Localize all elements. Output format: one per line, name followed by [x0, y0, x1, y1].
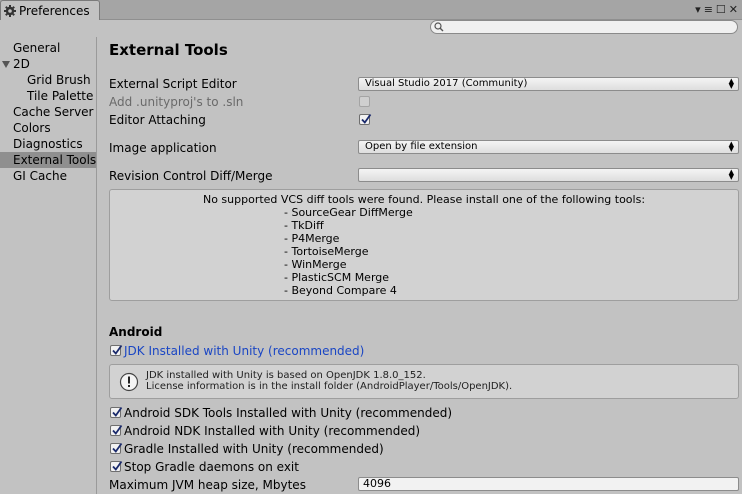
sidebar-item-label: Colors — [13, 121, 51, 135]
checkmark-icon — [112, 460, 123, 471]
sidebar-item-label: Tile Palette — [27, 89, 94, 103]
jdk-info-box: JDK installed with Unity is based on Ope… — [109, 364, 739, 399]
gradle-checkbox[interactable] — [110, 442, 123, 454]
list-item: - SourceGear DiffMerge — [284, 206, 413, 219]
search-icon — [434, 22, 444, 32]
expand-triangle-icon[interactable] — [2, 61, 10, 68]
page-title: External Tools — [109, 41, 228, 59]
dropdown-menu-icon[interactable]: ▾ — [695, 3, 701, 16]
sidebar-item-label: Cache Server — [13, 105, 94, 119]
sidebar-item-2d[interactable]: 2D — [0, 56, 96, 72]
script-editor-label: External Script Editor — [109, 77, 237, 91]
sidebar-item-diagnostics[interactable]: Diagnostics — [0, 136, 96, 152]
list-item: - TortoiseMerge — [284, 245, 369, 258]
ndk-row[interactable]: Android NDK Installed with Unity (recomm… — [110, 424, 420, 438]
list-item: - P4Merge — [284, 232, 340, 245]
sidebar-item-label: External Tools — [13, 153, 96, 167]
ndk-label: Android NDK Installed with Unity (recomm… — [124, 424, 421, 438]
sidebar-item-tile-palette[interactable]: Tile Palette — [0, 88, 96, 104]
script-editor-dropdown[interactable]: Visual Studio 2017 (Community) ▲ ▼ — [358, 77, 739, 91]
image-application-value: Open by file extension — [365, 141, 478, 152]
sidebar-item-external-tools[interactable]: External Tools — [0, 152, 96, 168]
sidebar-item-label: Grid Brush — [27, 73, 91, 87]
preferences-tab[interactable]: Preferences — [0, 0, 100, 21]
menu-lines-icon[interactable]: ≡ — [704, 3, 713, 16]
dropdown-arrows-icon: ▲ ▼ — [728, 77, 734, 90]
vcs-help-box: No supported VCS diff tools were found. … — [109, 189, 739, 301]
vcs-tool-list: - SourceGear DiffMerge - TkDiff - P4Merg… — [284, 206, 413, 297]
jdk-checkbox[interactable] — [110, 344, 123, 356]
tab-title: Preferences — [19, 4, 90, 18]
sidebar-item-label: GI Cache — [13, 169, 67, 183]
list-item: - PlasticSCM Merge — [284, 271, 390, 284]
vcs-message: No supported VCS diff tools were found. … — [202, 193, 646, 206]
image-application-label: Image application — [109, 141, 217, 155]
sidebar-item-general[interactable]: General — [0, 40, 96, 56]
sidebar-item-colors[interactable]: Colors — [0, 120, 96, 136]
maximize-icon[interactable]: ☐ — [716, 3, 726, 16]
sidebar-item-label: General — [13, 41, 61, 55]
sidebar-item-label: 2D — [13, 57, 30, 71]
editor-attaching-label: Editor Attaching — [109, 113, 206, 127]
checkmark-icon — [112, 442, 123, 453]
jdk-info-line: License information is in the install fo… — [146, 381, 513, 392]
jdk-info-line: JDK installed with Unity is based on Ope… — [146, 370, 426, 381]
jvm-heap-label: Maximum JVM heap size, Mbytes — [109, 478, 306, 492]
add-unityproj-label: Add .unityproj's to .sln — [109, 95, 244, 109]
gradle-label: Gradle Installed with Unity (recommended… — [124, 442, 384, 456]
jdk-info-text: JDK installed with Unity is based on Ope… — [146, 370, 512, 392]
sdk-row[interactable]: Android SDK Tools Installed with Unity (… — [110, 406, 452, 420]
checkmark-icon — [112, 406, 123, 417]
script-editor-value: Visual Studio 2017 (Community) — [365, 78, 528, 89]
search-strip — [0, 20, 742, 37]
checkmark-icon — [112, 344, 123, 355]
search-input[interactable] — [430, 20, 738, 34]
revision-control-dropdown[interactable]: ▲ ▼ — [358, 168, 739, 182]
dropdown-arrows-icon: ▲ ▼ — [728, 140, 734, 153]
window-controls: ▾ ≡ ☐ ✕ — [695, 1, 738, 17]
ndk-checkbox[interactable] — [110, 424, 123, 436]
list-item: - WinMerge — [284, 258, 347, 271]
gradle-row[interactable]: Gradle Installed with Unity (recommended… — [110, 442, 384, 456]
image-application-dropdown[interactable]: Open by file extension ▲ ▼ — [358, 140, 739, 154]
gear-icon — [4, 5, 16, 17]
stop-gradle-checkbox[interactable] — [110, 460, 123, 472]
title-bar: Preferences ▾ ≡ ☐ ✕ — [0, 0, 742, 21]
sidebar-item-label: Diagnostics — [13, 137, 83, 151]
stop-gradle-row[interactable]: Stop Gradle daemons on exit — [110, 460, 299, 474]
sidebar-item-grid-brush[interactable]: Grid Brush — [0, 72, 96, 88]
checkmark-icon — [112, 424, 123, 435]
editor-attaching-checkbox[interactable] — [359, 113, 372, 125]
sidebar-item-gi-cache[interactable]: GI Cache — [0, 168, 96, 184]
dropdown-arrows-icon: ▲ ▼ — [728, 168, 734, 181]
list-item: - Beyond Compare 4 — [284, 284, 397, 297]
sidebar-item-cache-server[interactable]: Cache Server — [0, 104, 96, 120]
jdk-label: JDK Installed with Unity (recommended) — [124, 344, 365, 358]
checkmark-icon — [361, 113, 372, 124]
list-item: - TkDiff — [284, 219, 324, 232]
stop-gradle-label: Stop Gradle daemons on exit — [124, 460, 299, 474]
android-section-title: Android — [109, 325, 163, 339]
sdk-label: Android SDK Tools Installed with Unity (… — [124, 406, 453, 420]
close-icon[interactable]: ✕ — [729, 3, 738, 16]
sidebar: General 2D Grid Brush Tile Palette Cache… — [0, 37, 97, 494]
revision-control-label: Revision Control Diff/Merge — [109, 169, 273, 183]
jdk-row[interactable]: JDK Installed with Unity (recommended) — [110, 344, 364, 358]
main-content: External Tools External Script Editor Vi… — [98, 37, 742, 494]
add-unityproj-checkbox[interactable] — [359, 96, 370, 107]
jvm-heap-input[interactable]: 4096 — [358, 477, 739, 491]
sdk-checkbox[interactable] — [110, 406, 123, 418]
info-icon — [119, 372, 139, 392]
